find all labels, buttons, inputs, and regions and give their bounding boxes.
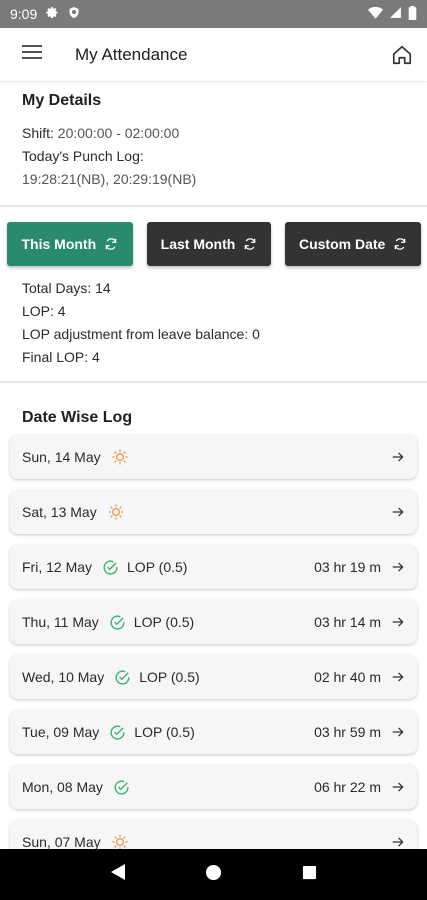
my-details-title: My Details <box>22 92 102 109</box>
arrow-right-icon[interactable] <box>391 505 405 519</box>
check-circle-icon <box>102 559 119 576</box>
log-list: Sun, 14 May Sat, 13 May Fri, 12 May LOP (0.… <box>10 435 417 864</box>
sun-icon <box>111 448 129 466</box>
status-bar: 9:09 <box>0 0 427 28</box>
log-entry-status: LOP (0.5) <box>127 559 188 575</box>
log-entry-date: Thu, 11 May <box>22 614 99 630</box>
refresh-icon <box>395 238 406 250</box>
shift-line: Shift: 20:00:00 - 02:00:00 <box>22 122 405 145</box>
log-entry-hours: 03 hr 19 m <box>314 559 381 575</box>
sun-icon <box>107 503 125 521</box>
home-icon[interactable] <box>391 44 413 66</box>
summary-section: Total Days: 14 LOP: 4 LOP adjustment fro… <box>0 266 427 381</box>
log-entry-card[interactable]: Sun, 14 May <box>10 435 417 479</box>
log-entry-hours: 02 hr 40 m <box>314 669 381 685</box>
arrow-right-icon[interactable] <box>391 725 405 739</box>
filter-buttons: This Month Last Month Custom Date <box>0 207 427 266</box>
final-lop: Final LOP: 4 <box>22 349 100 365</box>
lop-count: LOP: 4 <box>22 303 66 319</box>
recents-icon[interactable] <box>302 865 317 885</box>
log-entry-status: LOP (0.5) <box>139 669 200 685</box>
app-bar: My Attendance <box>0 28 427 82</box>
log-entry-card[interactable]: Fri, 12 May LOP (0.5) 03 hr 19 m <box>10 545 417 589</box>
arrow-right-icon[interactable] <box>391 670 405 684</box>
arrow-right-icon[interactable] <box>391 560 405 574</box>
refresh-icon <box>105 238 117 250</box>
settings-icon <box>46 6 59 22</box>
signal-icon <box>389 6 402 22</box>
check-circle-icon <box>114 669 131 686</box>
shield-icon <box>68 6 80 22</box>
check-circle-icon <box>109 724 126 741</box>
log-entry-date: Sun, 14 May <box>22 449 101 465</box>
log-entry-hours: 06 hr 22 m <box>314 779 381 795</box>
log-entry-card[interactable]: Mon, 08 May 06 hr 22 m <box>10 765 417 809</box>
battery-icon <box>408 5 417 23</box>
status-time: 9:09 <box>10 6 38 22</box>
this-month-button[interactable]: This Month <box>7 222 133 266</box>
check-circle-icon <box>113 779 130 796</box>
punch-log-value: 19:28:21(NB), 20:29:19(NB) <box>22 171 197 187</box>
my-details-section: My Details Shift: 20:00:00 - 02:00:00 To… <box>0 82 427 205</box>
log-entry-date: Sun, 07 May <box>22 834 101 850</box>
log-entry-card[interactable]: Wed, 10 May LOP (0.5) 02 hr 40 m <box>10 655 417 699</box>
log-entry-card[interactable]: Thu, 11 May LOP (0.5) 03 hr 14 m <box>10 600 417 644</box>
log-entry-hours: 03 hr 14 m <box>314 614 381 630</box>
arrow-right-icon[interactable] <box>391 780 405 794</box>
menu-icon[interactable] <box>22 44 42 65</box>
system-nav-bar <box>0 849 427 900</box>
log-entry-date: Fri, 12 May <box>22 559 93 575</box>
date-wise-log: Date Wise Log Sun, 14 May Sat, 13 May Fri,… <box>0 383 427 864</box>
arrow-right-icon[interactable] <box>391 835 405 849</box>
home-circle-icon[interactable] <box>205 864 222 886</box>
log-entry-card[interactable]: Tue, 09 May LOP (0.5) 03 hr 59 m <box>10 710 417 754</box>
arrow-right-icon[interactable] <box>391 615 405 629</box>
last-month-button[interactable]: Last Month <box>146 222 272 266</box>
arrow-right-icon[interactable] <box>391 450 405 464</box>
log-entry-status: LOP (0.5) <box>134 724 195 740</box>
log-entry-card[interactable]: Sat, 13 May <box>10 490 417 534</box>
check-circle-icon <box>109 614 126 631</box>
wifi-icon <box>368 6 383 22</box>
shift-value: 20:00:00 - 02:00:00 <box>57 125 180 141</box>
total-days: Total Days: 14 <box>22 280 111 296</box>
custom-date-button[interactable]: Custom Date <box>285 222 421 266</box>
lop-adjustment: LOP adjustment from leave balance: 0 <box>22 326 260 342</box>
this-month-label: This Month <box>21 236 97 252</box>
refresh-icon <box>245 238 256 250</box>
log-entry-date: Tue, 09 May <box>22 724 100 740</box>
last-month-label: Last Month <box>160 236 236 252</box>
log-entry-status: LOP (0.5) <box>133 614 195 630</box>
page-title: My Attendance <box>75 44 188 64</box>
log-entry-date: Mon, 08 May <box>22 779 103 795</box>
punch-log-label: Today's Punch Log: <box>22 148 144 164</box>
shift-label: Shift: <box>22 125 54 141</box>
custom-date-label: Custom Date <box>298 236 386 252</box>
log-entry-hours: 03 hr 59 m <box>314 724 381 740</box>
log-entry-date: Sat, 13 May <box>22 504 97 520</box>
back-icon[interactable] <box>110 863 126 886</box>
log-entry-date: Wed, 10 May <box>22 669 105 685</box>
date-wise-log-title: Date Wise Log <box>22 409 133 426</box>
